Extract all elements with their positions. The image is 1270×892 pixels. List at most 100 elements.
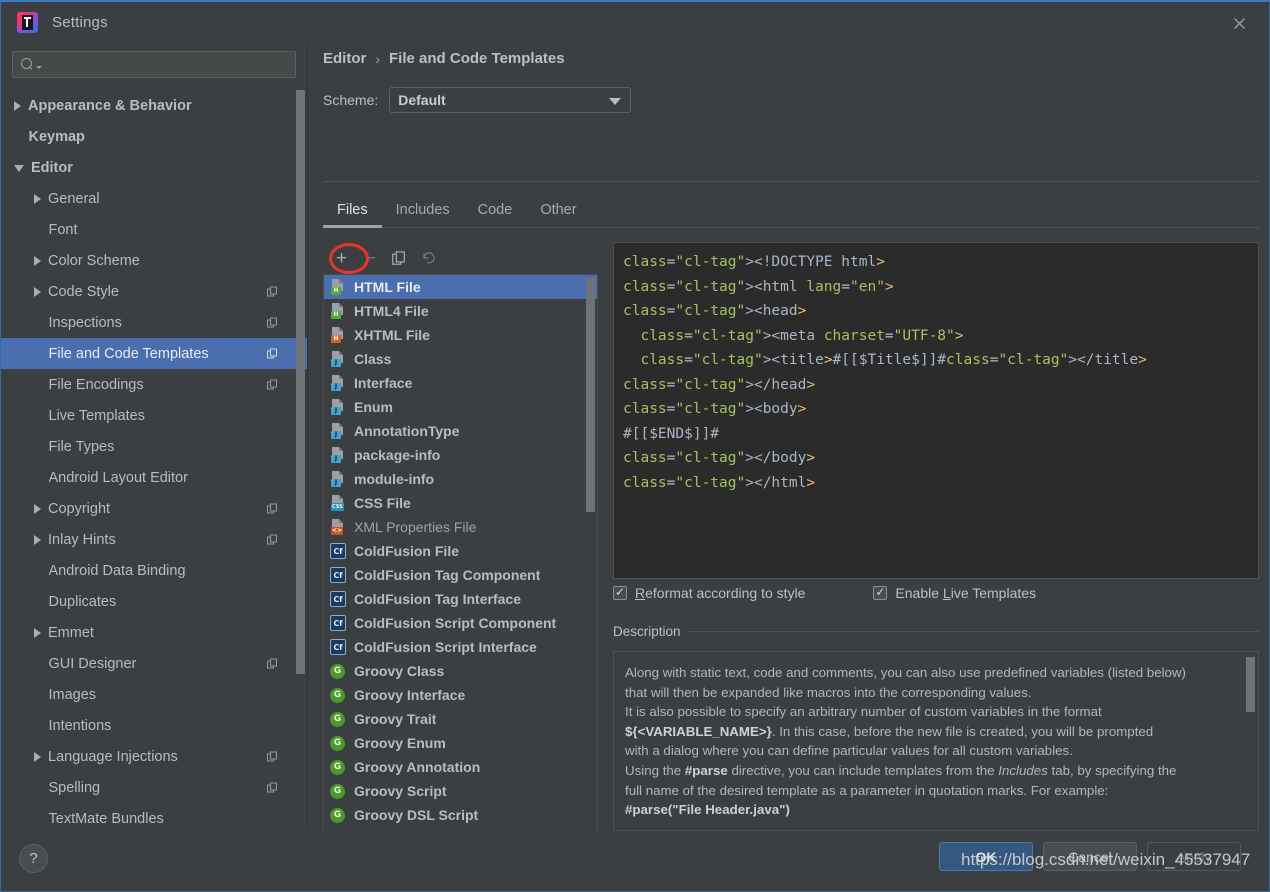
tab-other[interactable]: Other [526,202,590,227]
tab-files[interactable]: Files [323,202,382,228]
sidebar-item-intentions[interactable]: Intentions [1,710,307,741]
sidebar-item-copyright[interactable]: Copyright [1,493,307,524]
template-list-item[interactable]: Jmodule-info [324,467,597,491]
template-list-item[interactable]: Jpackage-info [324,443,597,467]
breadcrumb-parent[interactable]: Editor [323,50,366,67]
sidebar-item-inspections[interactable]: Inspections [1,307,307,338]
template-list-item[interactable]: J Class [324,347,597,371]
chevron-right-icon[interactable] [14,100,21,111]
template-list-item[interactable]: J Enum [324,395,597,419]
sidebar-item-color-scheme[interactable]: Color Scheme [1,245,307,276]
template-list-item[interactable]: G Groovy Interface [324,683,597,707]
sidebar-item-label: GUI Designer [48,655,137,672]
template-list-item[interactable]: Cf ColdFusion Script Component [324,611,597,635]
tab-code[interactable]: Code [464,202,527,227]
template-name: Interface [354,375,413,391]
template-list-item[interactable]: Cf ColdFusion Tag Component [324,563,597,587]
sidebar-item-editor[interactable]: Editor [1,152,307,183]
template-list-scrollbar-thumb[interactable] [586,278,595,512]
sidebar-item-spelling[interactable]: Spelling [1,772,307,803]
template-list-item[interactable]: J AnnotationType [324,419,597,443]
sidebar-item-android-layout-editor[interactable]: Android Layout Editor [1,462,307,493]
copy-icon[interactable] [386,246,413,271]
sidebar-item-general[interactable]: General [1,183,307,214]
sidebar-item-inlay-hints[interactable]: Inlay Hints [1,524,307,555]
copyable-settings-icon [267,317,278,328]
sidebar-item-appearance-behavior[interactable]: Appearance & Behavior [1,90,307,121]
help-button[interactable]: ? [19,844,48,873]
add-template-button[interactable]: + [328,246,355,271]
enable-live-templates-checkbox[interactable]: Enable Live Templates [873,585,1036,601]
chevron-right-icon[interactable] [34,255,41,266]
scheme-dropdown[interactable]: Default [389,87,632,113]
apply-button[interactable]: Apply [1147,842,1241,871]
chevron-right-icon[interactable] [34,627,41,638]
sidebar-item-keymap[interactable]: Keymap [1,121,307,152]
template-name: Groovy Class [354,663,445,679]
template-list-item[interactable]: H XHTML File [324,323,597,347]
sidebar-item-duplicates[interactable]: Duplicates [1,586,307,617]
search-box[interactable] [12,51,296,78]
sidebar-item-file-and-code-templates[interactable]: File and Code Templates [1,338,307,369]
template-list-scrollbar[interactable] [586,278,595,855]
module-info-icon: J [330,471,346,487]
template-list-item[interactable]: J Interface [324,371,597,395]
template-list-item[interactable]: G Groovy DSL Script [324,803,597,827]
template-list-item[interactable]: H HTML4 File [324,299,597,323]
template-code-editor[interactable]: class="cl-tag"><!DOCTYPE html> class="cl… [613,242,1259,579]
sidebar-item-language-injections[interactable]: Language Injections [1,741,307,772]
template-list-item[interactable]: G Groovy Script [324,779,597,803]
chevron-down-icon[interactable] [14,165,24,172]
cancel-button[interactable]: Cancel [1043,842,1137,871]
close-icon[interactable] [1227,11,1251,35]
ok-button[interactable]: OK [939,842,1033,871]
remove-template-button[interactable]: − [357,246,384,271]
chevron-right-icon[interactable] [34,534,41,545]
sidebar-item-code-style[interactable]: Code Style [1,276,307,307]
template-name: Class [354,351,392,367]
xhtml-file-icon: H [330,327,346,343]
search-input[interactable] [42,57,288,72]
template-tabs[interactable]: Files Includes Code Other [323,194,1259,228]
tab-includes[interactable]: Includes [382,202,464,227]
chevron-right-icon[interactable] [34,193,41,204]
description-scrollbar[interactable] [1246,655,1255,827]
template-list[interactable]: H HTML File H HTML4 File H XHTML File J Class J I… [323,275,598,859]
template-name: Groovy Interface [354,687,466,703]
template-list-item[interactable]: G Groovy Enum [324,731,597,755]
sidebar-item-textmate-bundles[interactable]: TextMate Bundles [1,803,307,831]
sidebar-item-android-data-binding[interactable]: Android Data Binding [1,555,307,586]
template-list-item[interactable]: G Groovy Class [324,659,597,683]
description-scrollbar-thumb[interactable] [1246,657,1255,712]
xml-properties-icon: <> [330,519,346,535]
description-panel[interactable]: Along with static text, code and comment… [613,651,1259,831]
template-options: Reformat according to style Enable Live … [613,585,1036,601]
copyable-settings-icon [267,348,278,359]
sidebar-item-file-encodings[interactable]: File Encodings [1,369,307,400]
template-list-item[interactable]: CSS CSS File [324,491,597,515]
chevron-right-icon[interactable] [34,503,41,514]
chevron-right-icon[interactable] [34,286,41,297]
sidebar-scrollbar-thumb[interactable] [296,90,305,674]
template-list-item[interactable]: Cf ColdFusion File [324,539,597,563]
template-list-item[interactable]: <> XML Properties File [324,515,597,539]
live-templates-label-pre: Enable [895,585,943,601]
sidebar-item-images[interactable]: Images [1,679,307,710]
template-list-item[interactable]: G Groovy Trait [324,707,597,731]
template-name: ColdFusion Tag Component [354,567,541,583]
template-name: ColdFusion Script Interface [354,639,537,655]
reformat-according-to-style-checkbox[interactable]: Reformat according to style [613,585,805,601]
sidebar-item-emmet[interactable]: Emmet [1,617,307,648]
sidebar-scrollbar[interactable] [296,90,305,831]
template-list-item[interactable]: H HTML File [324,275,597,299]
chevron-right-icon[interactable] [34,751,41,762]
template-list-item[interactable]: Cf ColdFusion Tag Interface [324,587,597,611]
template-list-item[interactable]: G Groovy Annotation [324,755,597,779]
sidebar-item-live-templates[interactable]: Live Templates [1,400,307,431]
sidebar-item-gui-designer[interactable]: GUI Designer [1,648,307,679]
sidebar-item-file-types[interactable]: File Types [1,431,307,462]
sidebar-item-font[interactable]: Font [1,214,307,245]
undo-icon[interactable] [415,246,442,271]
settings-tree[interactable]: Appearance & Behavior Keymap Editor General… [1,90,307,831]
template-list-item[interactable]: Cf ColdFusion Script Interface [324,635,597,659]
